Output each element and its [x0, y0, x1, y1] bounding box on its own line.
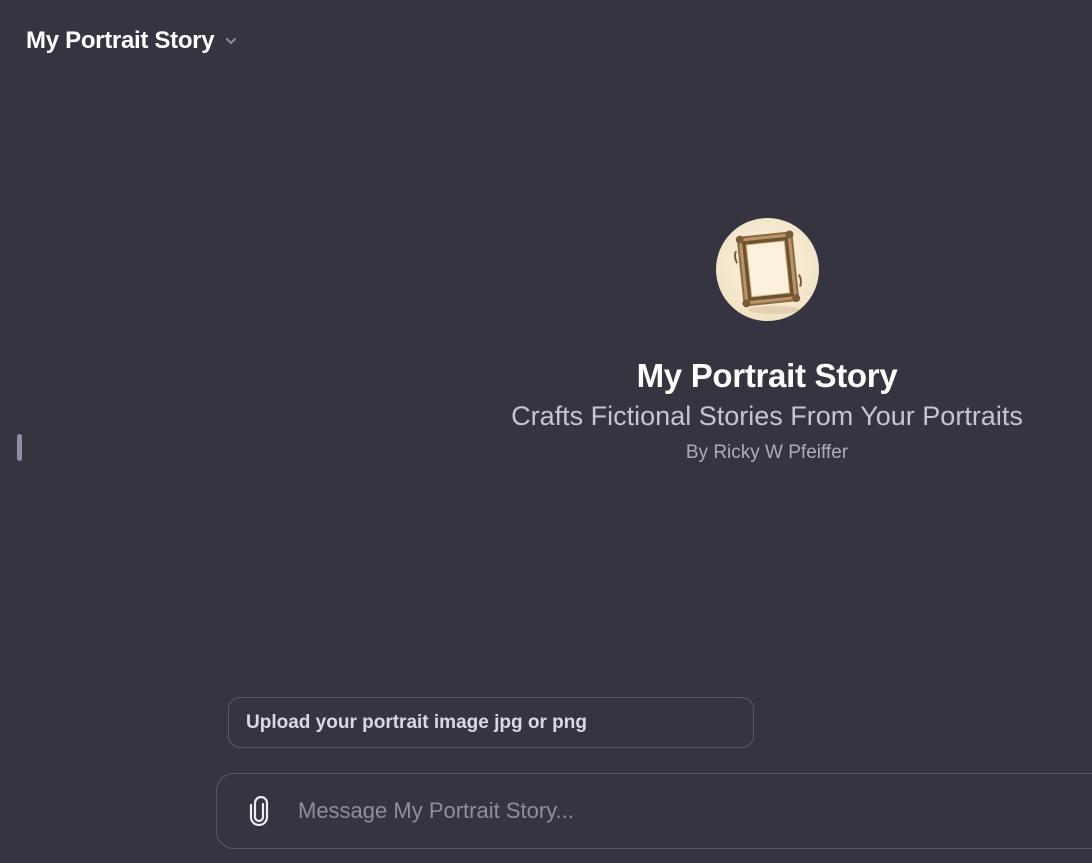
sidebar-toggle-handle[interactable]	[17, 434, 22, 461]
message-composer	[216, 773, 1092, 849]
paperclip-icon[interactable]	[244, 796, 274, 826]
gpt-author: By Ricky W Pfeiffer	[685, 442, 849, 463]
gpt-intro: My Portrait Story Crafts Fictional Stori…	[442, 218, 1092, 464]
gpt-description: Crafts Fictional Stories From Your Portr…	[511, 401, 1023, 431]
chevron-down-icon	[222, 32, 240, 50]
chat-page: My Portrait Story My Portrait Story Craf…	[0, 0, 1092, 863]
gpt-name: My Portrait Story	[636, 357, 898, 394]
gpt-avatar	[715, 218, 819, 321]
suggestion-upload-portrait[interactable]: Upload your portrait image jpg or png	[228, 697, 754, 748]
gpt-selector[interactable]: My Portrait Story	[26, 26, 240, 56]
picture-frame-icon	[733, 230, 802, 314]
message-input[interactable]	[296, 797, 1092, 825]
gpt-selector-title: My Portrait Story	[26, 27, 215, 54]
